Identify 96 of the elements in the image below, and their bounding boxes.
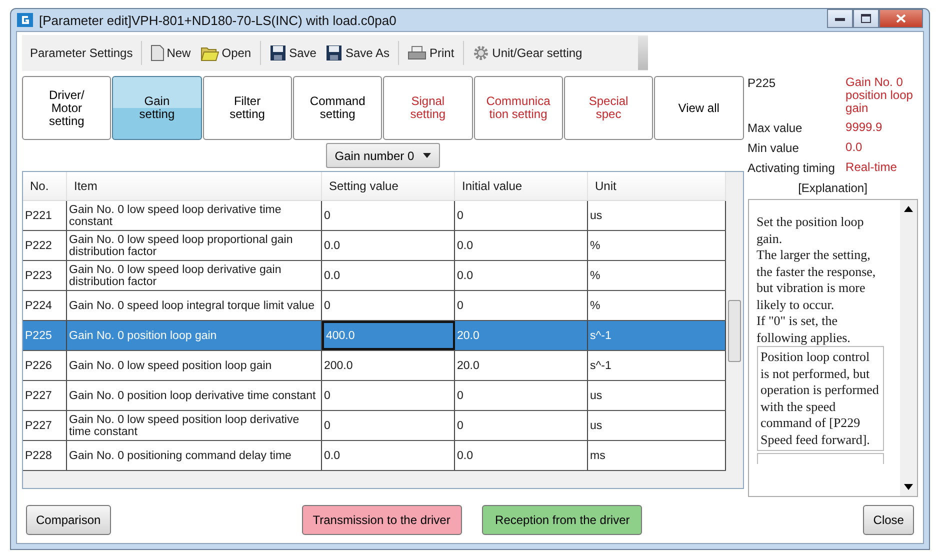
table-cell: P223 bbox=[23, 261, 67, 290]
table-row[interactable]: P223 Gain No. 0 low speed loop derivative gain distribution factor 0.0 0.0 % bbox=[23, 261, 726, 291]
category-tab[interactable]: Signal setting bbox=[383, 76, 473, 140]
category-tab[interactable]: Filter setting bbox=[202, 76, 292, 140]
table-cell: Gain No. 0 low speed position loop gain bbox=[67, 351, 322, 380]
toolbar-button[interactable]: Save As bbox=[323, 43, 392, 63]
category-tab[interactable]: Command setting bbox=[292, 76, 382, 140]
table-cell: 0 bbox=[455, 291, 588, 320]
table-row[interactable]: P221 Gain No. 0 low speed loop derivative time constant 0 0 us bbox=[23, 201, 726, 231]
parameter-name: Gain No. 0 position loop gain bbox=[846, 76, 914, 115]
category-tab[interactable]: Driver/ Motor setting bbox=[22, 76, 112, 140]
table-cell: 0.0 bbox=[455, 261, 588, 290]
gain-number-dropdown[interactable]: Gain number 0 bbox=[326, 143, 440, 168]
explanation-note: Position loop control is not performed, but operation is performed with the speed command of [P229 Speed feed forward]. bbox=[756, 346, 884, 451]
table-cell: Gain No. 0 low speed loop derivative gain distribution factor bbox=[67, 261, 322, 290]
table-cell: 0 bbox=[322, 381, 455, 410]
caret-icon bbox=[422, 153, 431, 158]
vertical-scrollbar[interactable] bbox=[726, 172, 743, 471]
table-cell: 0.0 bbox=[322, 441, 455, 470]
minimize-button[interactable] bbox=[827, 9, 853, 28]
app-logo-icon bbox=[17, 13, 33, 27]
table-cell: P228 bbox=[23, 441, 67, 470]
window-title: [Parameter edit]VPH-801+ND180-70-LS(INC) with load.c0pa0 bbox=[39, 12, 396, 28]
table-cell: P226 bbox=[23, 351, 67, 380]
parameter-number: P225 bbox=[748, 76, 777, 92]
toolbar-button[interactable]: Print bbox=[405, 44, 458, 62]
action-button[interactable]: Reception from the driver bbox=[482, 505, 642, 535]
table-cell: P227 bbox=[23, 381, 67, 410]
table-cell: Gain No. 0 position loop derivative time constant bbox=[67, 381, 322, 410]
category-tab[interactable]: View all bbox=[654, 76, 744, 140]
info-label: Max value bbox=[748, 121, 804, 135]
gear-icon bbox=[473, 45, 490, 61]
table-cell: 0 bbox=[455, 411, 588, 440]
table-cell: P221 bbox=[23, 201, 67, 230]
table-row[interactable]: P222 Gain No. 0 low speed loop proportional gain distribution factor 0.0 0.0 % bbox=[23, 231, 726, 261]
table-cell: Gain No. 0 positioning command delay time bbox=[67, 441, 322, 470]
table-cell: 20.0 bbox=[455, 351, 588, 380]
table-row[interactable]: P225 Gain No. 0 position loop gain 400.0 20.0 s^-1 bbox=[23, 321, 726, 351]
table-cell: P225 bbox=[23, 321, 67, 350]
scroll-up-icon bbox=[904, 206, 913, 212]
column-header[interactable]: Setting value bbox=[322, 172, 455, 200]
table-cell: 400.0 bbox=[322, 321, 455, 350]
table-cell: P224 bbox=[23, 291, 67, 320]
table-cell: 0 bbox=[322, 291, 455, 320]
close-icon bbox=[896, 14, 906, 23]
table-cell: 0 bbox=[455, 201, 588, 230]
table-cell: Gain No. 0 low speed loop derivative time constant bbox=[67, 201, 322, 230]
toolbar-label: Parameter Settings bbox=[29, 46, 134, 60]
info-label: Min value bbox=[748, 141, 800, 155]
explanation-heading: [Explanation] bbox=[797, 181, 868, 195]
horizontal-scrollbar[interactable] bbox=[23, 471, 743, 488]
category-tab[interactable]: Communica tion setting bbox=[474, 76, 563, 140]
vertical-scrollbar[interactable] bbox=[900, 200, 917, 496]
table-cell: 0.0 bbox=[455, 441, 588, 470]
info-label: Activating timing bbox=[748, 161, 836, 175]
folder-icon bbox=[200, 46, 219, 60]
toolbar-button[interactable]: New bbox=[148, 43, 194, 63]
table-cell: Gain No. 0 speed loop integral torque limit value bbox=[67, 291, 322, 320]
toolbar-button[interactable]: Open bbox=[198, 44, 254, 62]
close-button[interactable] bbox=[879, 9, 923, 28]
maximize-button[interactable] bbox=[853, 9, 879, 28]
table-row[interactable]: P227 Gain No. 0 low speed position loop derivative time constant 0 0 us bbox=[23, 411, 726, 441]
toolbar-button[interactable]: Unit/Gear setting bbox=[470, 43, 586, 63]
info-value: Real-time bbox=[846, 161, 898, 175]
minimize-icon bbox=[835, 16, 845, 20]
explanation-text: Set the position loop gain. The larger the setting, the faster the response, but vibration is more likely to occur. If "0" is set, the following applies. bbox=[756, 214, 877, 346]
table-cell: Gain No. 0 low speed position loop derivative time constant bbox=[67, 411, 322, 440]
toolbar-button[interactable]: Save bbox=[267, 43, 320, 63]
table-cell: Gain No. 0 low speed loop proportional gain distribution factor bbox=[67, 231, 322, 260]
action-button[interactable]: Comparison bbox=[26, 505, 111, 535]
column-header[interactable]: No. bbox=[23, 172, 67, 200]
scroll-down-icon bbox=[904, 484, 913, 490]
action-button[interactable]: Close bbox=[863, 505, 914, 535]
table-cell: 0 bbox=[322, 411, 455, 440]
table-cell: 20.0 bbox=[455, 321, 588, 350]
document-icon bbox=[150, 45, 164, 61]
table-cell: 0.0 bbox=[322, 231, 455, 260]
table-cell: 0.0 bbox=[322, 261, 455, 290]
table-row[interactable]: P227 Gain No. 0 position loop derivative time constant 0 0 us bbox=[23, 381, 726, 411]
table-cell: P222 bbox=[23, 231, 67, 260]
category-tab[interactable]: Special spec bbox=[564, 76, 654, 140]
table-cell: 0 bbox=[322, 201, 455, 230]
info-value: 0.0 bbox=[846, 141, 864, 155]
table-cell: 0.0 bbox=[455, 231, 588, 260]
maximize-icon bbox=[861, 14, 871, 23]
action-button[interactable]: Transmission to the driver bbox=[302, 505, 462, 535]
category-tab[interactable]: Gain setting bbox=[112, 76, 202, 140]
table-cell: 200.0 bbox=[322, 351, 455, 380]
table-cell: Gain No. 0 position loop gain bbox=[67, 321, 322, 350]
table-cell: 0 bbox=[455, 381, 588, 410]
column-header[interactable]: Item bbox=[67, 172, 322, 200]
printer-icon bbox=[408, 46, 426, 60]
info-value: 9999.9 bbox=[846, 121, 884, 135]
table-row[interactable]: P226 Gain No. 0 low speed position loop gain 200.0 20.0 s^-1 bbox=[23, 351, 726, 381]
column-header[interactable]: Initial value bbox=[455, 172, 588, 200]
table-cell: P227 bbox=[23, 411, 67, 440]
